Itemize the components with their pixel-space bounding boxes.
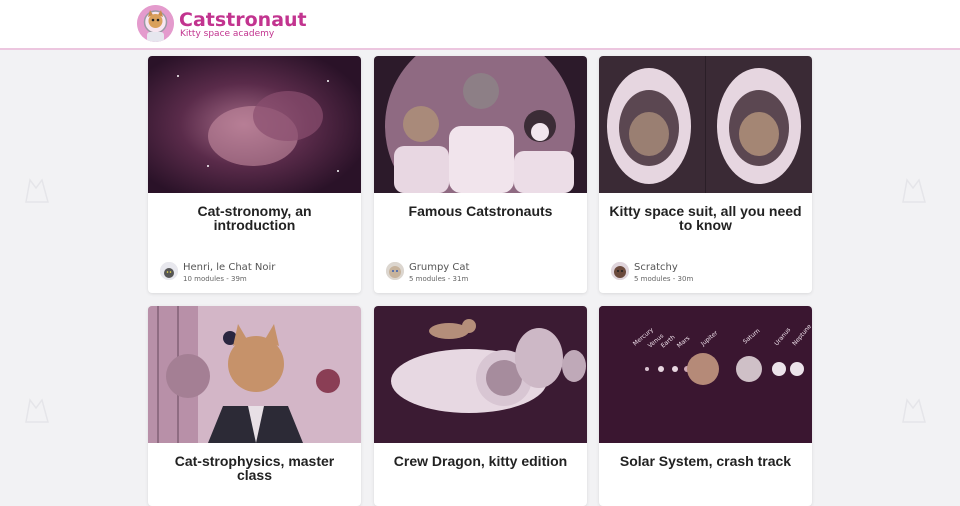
course-title: Kitty space suit, all you need to know <box>609 203 802 233</box>
cat-outline-decoration-icon <box>902 398 926 423</box>
cat-outline-decoration-icon <box>902 178 926 203</box>
course-title: Cat-stronomy, an introduction <box>197 203 312 233</box>
course-card[interactable]: Cat-strophysics, master class <box>148 306 361 506</box>
cat-on-spacecraft-image-icon <box>374 306 587 443</box>
course-title: Crew Dragon, kitty edition <box>393 453 568 469</box>
cat-planets-image-icon: Mercury Venus Earth Mars Jupiter Saturn … <box>599 306 812 443</box>
grumpy-cat-avatar-icon <box>386 262 404 280</box>
course-meta: 5 modules - 31m <box>409 275 469 283</box>
course-meta: 5 modules - 30m <box>634 275 694 283</box>
cats-in-helmets-image-icon <box>599 56 812 193</box>
author-name: Grumpy Cat <box>409 262 470 273</box>
nebula-cat-image-icon <box>148 56 361 193</box>
course-meta: 10 modules - 39m <box>183 275 247 283</box>
cat-in-suit-planets-image-icon <box>148 306 361 443</box>
cat-astronaut-logo-icon[interactable] <box>137 5 174 42</box>
app-header: Catstronaut Kitty space academy <box>0 0 960 50</box>
scratchy-avatar-icon <box>611 262 629 280</box>
course-title: Famous Catstronauts <box>408 203 553 219</box>
henri-avatar-icon <box>160 262 178 280</box>
course-card[interactable]: Mercury Venus Earth Mars Jupiter Saturn … <box>599 306 812 506</box>
author-name: Scratchy <box>634 262 678 273</box>
author-name: Henri, le Chat Noir <box>183 262 276 273</box>
cat-outline-decoration-icon <box>25 398 49 423</box>
app-title[interactable]: Catstronaut <box>179 9 307 31</box>
course-card[interactable]: Cat-stronomy, an introduction Henri, le … <box>148 56 361 293</box>
app-subtitle: Kitty space academy <box>180 29 275 39</box>
course-card[interactable]: Kitty space suit, all you need to know S… <box>599 56 812 293</box>
course-title: Cat-strophysics, master class <box>174 453 335 483</box>
course-card[interactable]: Crew Dragon, kitty edition <box>374 306 587 506</box>
course-card[interactable]: Famous Catstronauts Grumpy Cat 5 modules… <box>374 56 587 293</box>
cat-outline-decoration-icon <box>25 178 49 203</box>
course-title: Solar System, crash track <box>619 453 792 469</box>
astronaut-cats-moon-image-icon <box>374 56 587 193</box>
